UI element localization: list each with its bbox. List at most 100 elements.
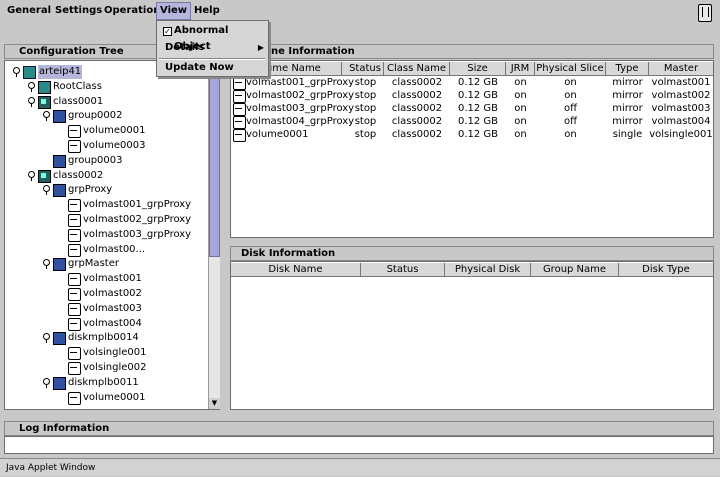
host-icon xyxy=(23,66,36,79)
table-row[interactable]: volmast004_grpProxy stop class0002 0.12 GB o… xyxy=(231,115,713,129)
tree-node-label: volmast003 xyxy=(83,302,142,314)
cell-size: 0.12 GB xyxy=(457,90,499,101)
cell-size: 0.12 GB xyxy=(457,77,499,88)
cell-type: single xyxy=(612,129,643,140)
tree-node-label: volmast004 xyxy=(83,317,142,329)
cell-status: stop xyxy=(354,116,377,127)
cell-jrm: on xyxy=(514,77,527,88)
expand-handle-icon[interactable] xyxy=(43,185,50,196)
tree-node[interactable]: volmast002 xyxy=(5,287,205,301)
tree-scrollbar[interactable]: ▼ xyxy=(208,61,220,409)
tree-node-label: group0003 xyxy=(68,154,123,166)
expand-handle-icon[interactable] xyxy=(28,170,35,181)
tree-node[interactable]: volume0001 xyxy=(5,391,205,405)
menu-general[interactable]: General xyxy=(4,3,54,19)
volume-icon xyxy=(68,288,81,301)
menu-view[interactable]: View xyxy=(156,2,192,20)
col-type[interactable]: Type xyxy=(606,62,649,75)
tree-node[interactable]: grpProxy xyxy=(5,183,205,198)
col-disk-type[interactable]: Disk Type xyxy=(619,263,713,276)
col-group-name[interactable]: Group Name xyxy=(531,263,619,276)
col-disk-name[interactable]: Disk Name xyxy=(231,263,361,276)
tree-node[interactable]: volmast003 xyxy=(5,302,205,316)
cell-master: volmast002 xyxy=(651,90,711,101)
col-disk-status[interactable]: Status xyxy=(361,263,445,276)
col-master[interactable]: Master xyxy=(649,62,713,75)
menu-help[interactable]: Help xyxy=(191,3,223,19)
expand-handle-icon[interactable] xyxy=(13,67,20,77)
volume-icon xyxy=(68,362,81,375)
tree-node[interactable]: class0002 xyxy=(5,169,205,183)
tree-node[interactable]: diskmplb0014 xyxy=(5,331,205,346)
tree-node[interactable]: volume0001 xyxy=(5,124,205,139)
tree-node[interactable]: volmast003_grpProxy xyxy=(5,228,205,242)
table-row[interactable]: volume0001 stop class0002 0.12 GB on on single… xyxy=(231,128,713,142)
expand-handle-icon[interactable] xyxy=(28,96,35,107)
volume-table-header: lume Name Status Class Name Size JRM Phy… xyxy=(231,62,713,76)
cell-volume-name: volmast001_grpProxy xyxy=(246,77,355,88)
tree-node[interactable]: volsingle002 xyxy=(5,361,205,375)
expand-handle-icon[interactable] xyxy=(28,81,35,92)
trash-icon[interactable] xyxy=(698,4,712,22)
col-size[interactable]: Size xyxy=(450,62,506,75)
tree-node[interactable]: grpMaster xyxy=(5,257,205,272)
tree-node[interactable]: volmast001_grpProxy xyxy=(5,198,205,213)
cell-class-name: class0002 xyxy=(391,129,443,140)
expand-handle-icon[interactable] xyxy=(43,111,50,122)
tree-node[interactable]: class0001 xyxy=(5,95,205,109)
checkbox-checked-icon[interactable]: ✓ xyxy=(163,27,172,36)
cell-physical-slice: off xyxy=(563,116,577,127)
table-row[interactable]: volmast003_grpProxy stop class0002 0.12 GB o… xyxy=(231,102,713,116)
tree-node-label: volume0001 xyxy=(83,391,146,403)
cell-physical-slice: on xyxy=(564,77,577,88)
cell-master: volsingle001 xyxy=(649,129,713,140)
cell-volume-name: volmast004_grpProxy xyxy=(246,116,355,127)
disk-info-title: Disk Information xyxy=(230,246,714,261)
col-physical-disk[interactable]: Physical Disk xyxy=(445,263,531,276)
tree-node-label: volume0001 xyxy=(83,125,146,137)
tree-node[interactable]: volmast002_grpProxy xyxy=(5,213,205,227)
menu-settings[interactable]: Settings xyxy=(52,3,105,19)
group-icon xyxy=(53,258,66,272)
tree-node[interactable]: volsingle001 xyxy=(5,346,205,361)
tree-node[interactable]: volume0003 xyxy=(5,139,205,153)
expand-handle-icon[interactable] xyxy=(43,259,50,270)
col-class-name[interactable]: Class Name xyxy=(384,62,450,75)
group-icon xyxy=(53,154,66,168)
tree-scroll-thumb[interactable] xyxy=(209,61,220,257)
table-row[interactable]: volmast001_grpProxy stop class0002 0.12 GB o… xyxy=(231,76,713,90)
menu-item-update-now[interactable]: Update Now xyxy=(157,60,268,76)
col-jrm[interactable]: JRM xyxy=(506,62,535,75)
menu-item-details[interactable]: Details ▶ xyxy=(157,40,268,56)
tree-node[interactable]: volmast001 xyxy=(5,272,205,287)
tree-node[interactable]: volmast00... xyxy=(5,243,205,257)
volume-icon xyxy=(68,302,81,316)
cell-volume-name: volume0001 xyxy=(246,129,309,140)
cell-physical-slice: on xyxy=(564,90,577,101)
tree-node[interactable]: volmast004 xyxy=(5,317,205,331)
cell-status: stop xyxy=(354,77,377,88)
tree-node-label: class0002 xyxy=(53,169,104,181)
tree-node-label: diskmplb0011 xyxy=(68,376,139,388)
menu-item-abnormal-object[interactable]: ✓ Abnormal Object xyxy=(157,23,268,52)
tree-node-label: RootClass xyxy=(53,80,102,92)
menu-operation[interactable]: Operation xyxy=(101,3,163,19)
tree-node[interactable]: RootClass xyxy=(5,80,205,94)
expand-handle-icon[interactable] xyxy=(43,377,50,388)
col-status[interactable]: Status xyxy=(347,62,384,75)
tree-node[interactable]: group0002 xyxy=(5,109,205,124)
table-row[interactable]: volmast002_grpProxy stop class0002 0.12 GB o… xyxy=(231,89,713,103)
scroll-down-arrow-icon[interactable]: ▼ xyxy=(209,398,220,409)
tree-node[interactable]: group0003 xyxy=(5,154,205,168)
volume-icon xyxy=(68,317,81,331)
expand-handle-icon[interactable] xyxy=(43,333,50,344)
cell-master: volmast004 xyxy=(651,116,711,127)
cell-size: 0.12 GB xyxy=(457,103,499,114)
group-icon xyxy=(53,184,66,198)
tree-node[interactable]: diskmplb0011 xyxy=(5,376,205,390)
col-physical-slice[interactable]: Physical Slice xyxy=(535,62,606,75)
menu-bar: General Settings Operation View Help xyxy=(0,0,720,23)
group-icon xyxy=(53,376,66,390)
cell-volume-name: volmast002_grpProxy xyxy=(246,90,355,101)
volume-icon xyxy=(68,347,81,361)
